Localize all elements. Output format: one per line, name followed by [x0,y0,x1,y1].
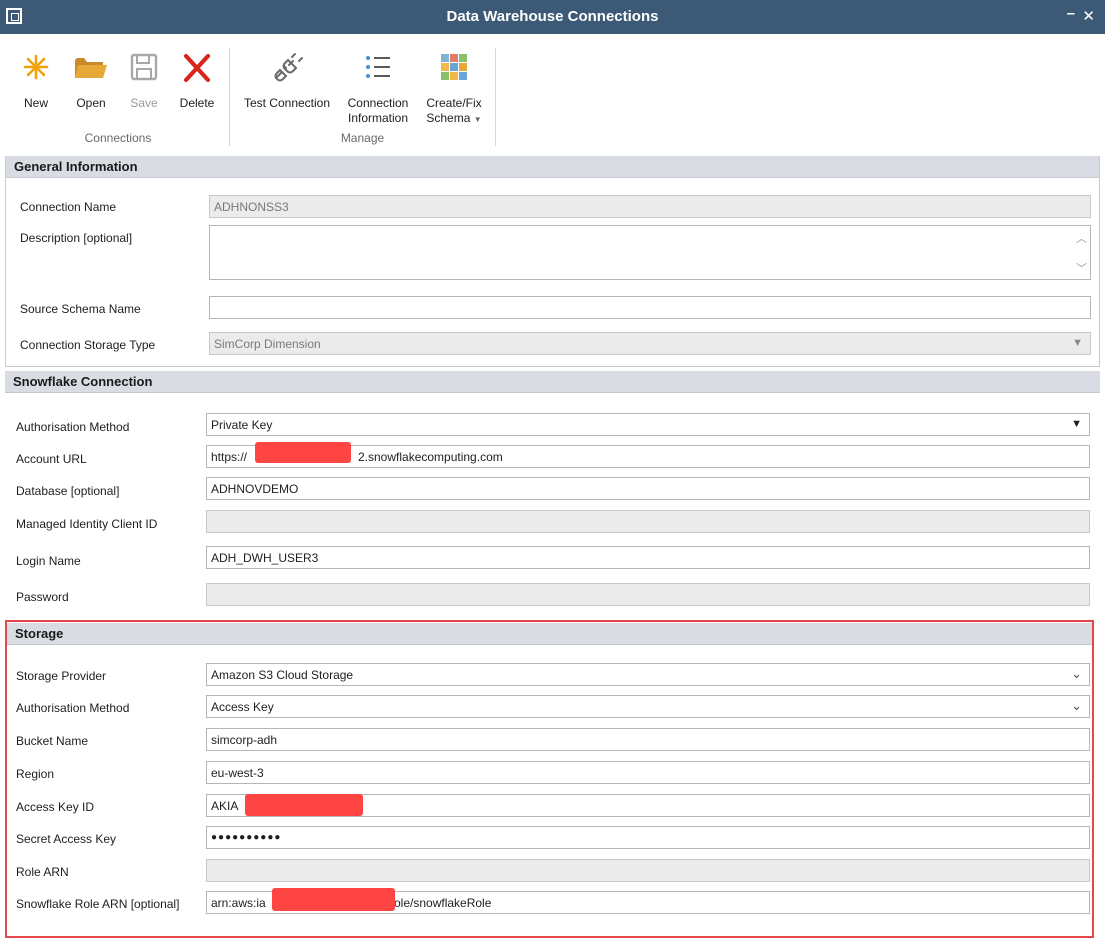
section-header-general: General Information [6,156,1099,178]
create-fix-schema-label-1: Create/Fix [426,96,482,110]
save-label: Save [130,96,158,110]
new-asterisk-icon [23,54,49,80]
plug-icon [274,53,303,82]
folder-open-icon [75,58,107,78]
group-label-connections: Connections [84,131,152,145]
create-fix-schema-button[interactable]: Create/Fix Schema ▼ [418,52,490,128]
minimize-button[interactable]: – [1067,5,1075,22]
login-name-label: Login Name [16,554,81,568]
scroll-down-icon[interactable]: ﹀ [1076,260,1087,276]
region-field[interactable]: eu-west-3 [206,761,1090,784]
connection-name-label: Connection Name [20,200,117,214]
database-field[interactable]: ADHNOVDEMO [206,477,1090,500]
storage-provider-label: Storage Provider [16,669,107,683]
password-field[interactable] [206,583,1090,606]
description-scrollbar[interactable]: ︿ ﹀ [1072,226,1090,279]
storage-auth-method-label: Authorisation Method [16,701,130,715]
ribbon-group-separator [229,48,230,146]
storage-provider-value: Amazon S3 Cloud Storage [211,668,354,682]
save-button[interactable]: Save [122,52,166,128]
account-url-label: Account URL [16,452,87,466]
dropdown-arrow-icon: ▼ [1072,337,1083,349]
create-fix-schema-label-2: Schema ▼ [426,111,482,125]
connection-form: General Information Connection Name ADHN… [5,153,1100,938]
chevron-down-icon: ⌄ [1071,698,1082,713]
scroll-up-icon[interactable]: ︿ [1076,230,1087,246]
secret-access-key-label: Secret Access Key [16,832,117,846]
connection-name-field[interactable]: ADHNONSS3 [209,195,1091,218]
storage-provider-select[interactable]: Amazon S3 Cloud Storage ⌄ [206,663,1090,686]
delete-label: Delete [179,96,215,110]
ribbon-group-separator-end [495,48,496,146]
source-schema-field[interactable] [209,296,1091,319]
test-connection-label: Test Connection [243,96,331,110]
snowflake-auth-method-select[interactable]: Private Key ▼ [206,413,1090,436]
group-label-manage: Manage [340,131,385,145]
access-key-id-label: Access Key ID [16,800,95,814]
connection-information-label-2: Information [347,111,409,125]
dropdown-arrow-icon: ▼ [1071,418,1082,430]
dropdown-arrow-icon: ▼ [473,115,482,124]
source-schema-label: Source Schema Name [20,302,141,316]
managed-identity-label: Managed Identity Client ID [16,517,158,531]
secret-access-key-field[interactable]: ●●●●●●●●●● [206,826,1090,849]
snowflake-role-arn-suffix: ole/snowflakeRole [394,896,492,910]
storage-type-label: Connection Storage Type [20,338,156,352]
bucket-name-field[interactable]: simcorp-adh [206,728,1090,751]
title-bar: Data Warehouse Connections – ✕ [0,0,1105,34]
connection-information-button[interactable]: Connection Information [342,52,414,128]
floppy-save-icon [130,53,158,81]
snowflake-auth-method-label: Authorisation Method [16,420,130,434]
description-label: Description [optional] [20,231,133,245]
bucket-name-label: Bucket Name [16,734,89,748]
storage-auth-method-select[interactable]: Access Key ⌄ [206,695,1090,718]
section-header-storage: Storage [7,623,1092,645]
connection-information-label-1: Connection [347,96,409,110]
account-url-suffix: 2.snowflakecomputing.com [358,450,503,464]
close-button[interactable]: ✕ [1082,7,1095,25]
section-header-snowflake: Snowflake Connection [5,371,1100,393]
chevron-down-icon: ⌄ [1071,666,1082,681]
delete-x-icon [183,53,211,83]
snowflake-role-arn-prefix: arn:aws:ia [211,896,266,910]
redaction-mark [245,794,363,816]
ribbon-toolbar: New Open Save Delete Connections Test Co… [0,34,1105,152]
open-label: Open [76,96,106,110]
snowflake-auth-method-value: Private Key [211,418,273,432]
new-label: New [23,96,48,110]
role-arn-label: Role ARN [16,865,69,879]
window-title: Data Warehouse Connections [446,8,659,25]
test-connection-button[interactable]: Test Connection [235,52,339,128]
open-button[interactable]: Open [66,52,116,128]
redaction-mark [272,888,395,911]
storage-auth-method-value: Access Key [211,700,274,714]
description-field[interactable]: ︿ ﹀ [209,225,1091,280]
role-arn-field[interactable] [206,859,1090,882]
list-icon [366,56,390,78]
password-label: Password [16,590,69,604]
storage-type-value: SimCorp Dimension [214,337,321,351]
new-button[interactable]: New [14,52,58,128]
login-name-field[interactable]: ADH_DWH_USER3 [206,546,1090,569]
storage-type-select[interactable]: SimCorp Dimension ▼ [209,332,1091,355]
account-url-prefix: https:// [211,450,248,464]
snowflake-role-arn-label: Snowflake Role ARN [optional] [16,897,180,911]
database-label: Database [optional] [16,484,120,498]
redaction-mark [255,442,351,463]
grid-icon [441,54,467,80]
managed-identity-field[interactable] [206,510,1090,533]
region-label: Region [16,767,55,781]
delete-button[interactable]: Delete [172,52,222,128]
